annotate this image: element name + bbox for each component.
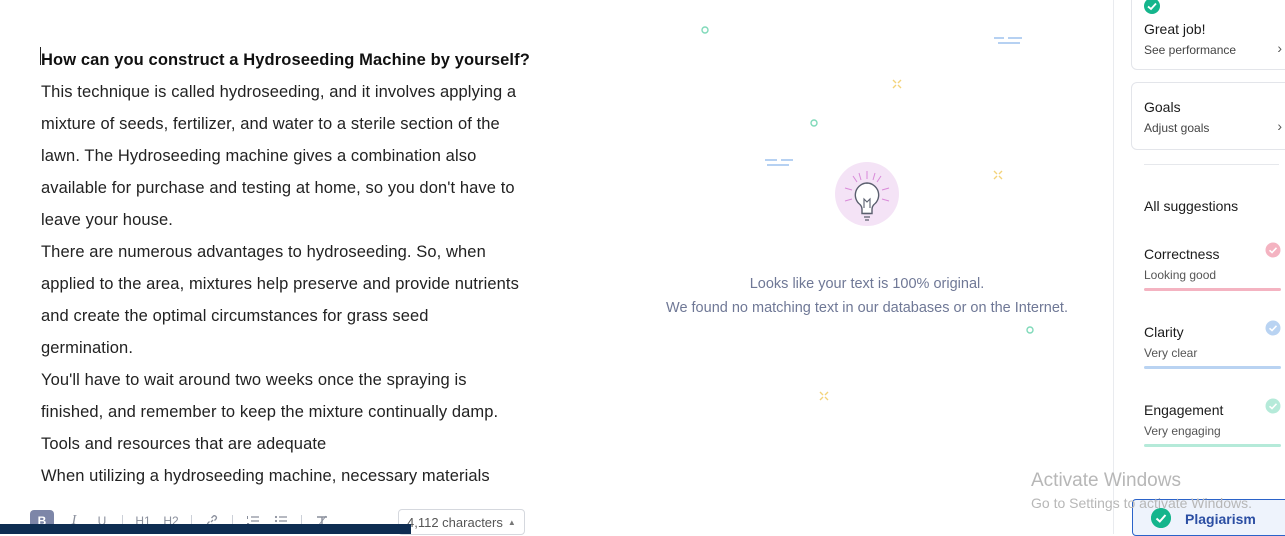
check-circle-icon — [1265, 320, 1281, 336]
decor-circle-icon — [810, 119, 818, 127]
check-circle-icon — [1265, 242, 1281, 258]
suggestion-status: Very engaging — [1144, 424, 1221, 438]
document-line[interactable]: finished, and remember to keep the mixtu… — [41, 396, 601, 428]
chevron-right-icon: › — [1277, 118, 1282, 134]
decor-dash-icon — [765, 159, 793, 166]
document-line[interactable]: and create the optimal circumstances for… — [41, 300, 601, 332]
performance-title: Great job! — [1144, 21, 1206, 37]
correctness-progress-bar — [1144, 288, 1281, 291]
suggestion-status: Very clear — [1144, 346, 1198, 360]
plagiarism-result-panel: Looks like your text is 100% original. W… — [620, 0, 1120, 534]
check-circle-icon — [1144, 0, 1160, 14]
decor-circle-icon — [701, 26, 709, 34]
character-count-label: 4,112 characters — [407, 514, 503, 530]
original-text-message: Looks like your text is 100% original. — [749, 276, 985, 292]
document-line[interactable]: leave your house. — [41, 204, 601, 236]
goals-card[interactable]: Goals Adjust goals › — [1131, 82, 1285, 150]
lightbulb-icon — [834, 161, 900, 239]
goals-title: Goals — [1144, 99, 1181, 115]
plagiarism-label: Plagiarism — [1185, 511, 1256, 527]
document-line[interactable]: Tools and resources that are adequate — [41, 428, 601, 460]
plagiarism-button[interactable]: Plagiarism — [1132, 499, 1285, 536]
decor-spark-icon — [892, 79, 902, 89]
suggestion-title: Engagement — [1144, 402, 1224, 418]
suggestion-title: Clarity — [1144, 324, 1184, 340]
suggestion-status: Looking good — [1144, 268, 1217, 282]
document-heading[interactable]: How can you construct a Hydroseeding Mac… — [41, 44, 601, 76]
check-circle-icon — [1151, 508, 1171, 528]
document-line[interactable]: lawn. The Hydroseeding machine gives a c… — [41, 140, 601, 172]
performance-card[interactable]: Great job! See performance › — [1131, 0, 1285, 70]
sidebar-divider — [1144, 164, 1279, 165]
document-line[interactable]: available for purchase and testing at ho… — [41, 172, 601, 204]
check-circle-icon — [1265, 398, 1281, 414]
document-line[interactable]: When utilizing a hydroseeding machine, n… — [41, 460, 601, 492]
document-line[interactable]: germination. — [41, 332, 601, 364]
chevron-up-icon: ▲ — [507, 517, 516, 527]
document-editor[interactable]: How can you construct a Hydroseeding Mac… — [41, 44, 601, 492]
document-line[interactable]: This technique is called hydroseeding, a… — [41, 76, 601, 108]
document-line[interactable]: You'll have to wait around two weeks onc… — [41, 364, 601, 396]
document-line[interactable]: mixture of seeds, fertilizer, and water … — [41, 108, 601, 140]
document-line[interactable]: applied to the area, mixtures help prese… — [41, 268, 601, 300]
performance-link: See performance — [1144, 43, 1237, 57]
decor-dash-icon — [994, 37, 1022, 44]
document-line[interactable]: There are numerous advantages to hydrose… — [41, 236, 601, 268]
character-count-button[interactable]: 4,112 characters ▲ — [398, 509, 525, 535]
chevron-right-icon: › — [1277, 40, 1282, 56]
decor-circle-icon — [1026, 326, 1034, 334]
no-match-message: We found no matching text in our databas… — [666, 300, 1068, 316]
bottom-status-bar — [0, 524, 411, 534]
all-suggestions-heading[interactable]: All suggestions — [1144, 198, 1238, 214]
decor-spark-icon — [993, 170, 1003, 180]
clarity-progress-bar — [1144, 366, 1281, 369]
decor-spark-icon — [819, 391, 829, 401]
assistant-sidebar: Great job! See performance › Goals Adjus… — [1113, 0, 1285, 536]
goals-link: Adjust goals — [1144, 121, 1210, 135]
engagement-progress-bar — [1144, 444, 1281, 447]
suggestion-title: Correctness — [1144, 246, 1220, 262]
